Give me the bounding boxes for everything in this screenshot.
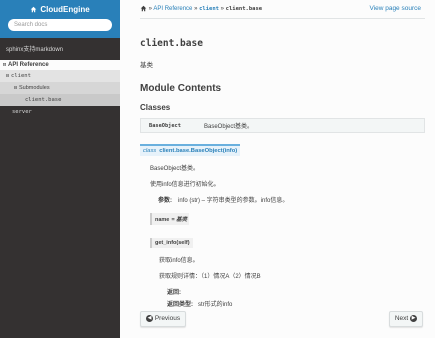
classes-table-row: BaseObject BaseObject基类。: [140, 118, 425, 133]
footer-nav: ◀ Previous Next ▶: [140, 311, 423, 327]
arrow-left-icon: ◀: [146, 314, 153, 322]
class-signature-text: client.base.BaseObject(info): [159, 148, 238, 154]
home-icon: [31, 6, 37, 13]
sidebar-item-submodules[interactable]: ⊟ Submodules: [0, 82, 120, 94]
method-description: 获取info信息。: [159, 258, 199, 264]
breadcrumb-separator: »: [220, 6, 224, 12]
method-detail: 获取规则详情：（1）情况A（2）情况B: [159, 274, 261, 280]
collapse-toggle-icon[interactable]: ⊟: [6, 73, 9, 79]
next-button[interactable]: Next ▶: [388, 311, 423, 327]
sidebar-item-sphinx-markdown[interactable]: sphinx支持markdown: [0, 45, 120, 56]
breadcrumb: » API Reference » client » client.base V…: [140, 0, 425, 19]
sidebar: CloudEngine Search docs sphinx支持markdown…: [0, 0, 120, 338]
breadcrumb-client[interactable]: client: [199, 6, 219, 12]
init-description: 使用info信息进行初始化。: [150, 182, 220, 188]
view-page-source-link[interactable]: View page source: [369, 0, 421, 18]
sidebar-item-server[interactable]: server: [0, 106, 120, 118]
arrow-right-icon: ▶: [410, 314, 417, 322]
brand-link[interactable]: CloudEngine: [30, 5, 90, 14]
breadcrumb-separator: »: [194, 6, 198, 12]
return-type-row: 返回类型: str形式的info: [167, 302, 233, 308]
module-description: 基类: [140, 62, 153, 69]
params-row: 参数: info (str) – 字符串类型的参数。info信息。: [158, 195, 425, 204]
class-body: BaseObject基类。 使用info信息进行初始化。 参数: info (st…: [150, 163, 425, 248]
home-icon[interactable]: [140, 5, 147, 12]
method-signature: get_info(self): [150, 238, 193, 248]
class-keyword: class: [143, 148, 157, 154]
class-summary: BaseObject基类。: [204, 124, 254, 130]
attribute-value: = 基类: [171, 217, 188, 223]
class-description: BaseObject基类。: [150, 166, 200, 172]
previous-button[interactable]: ◀ Previous: [140, 311, 187, 327]
collapse-toggle-icon[interactable]: ⊟: [14, 85, 17, 91]
method-returns: 返回: 返回类型: str形式的info: [167, 287, 425, 308]
page-title: client.base: [140, 38, 203, 49]
params-text: info (str) – 字符串类型的参数。info信息。: [178, 198, 289, 204]
returns-row: 返回:: [167, 290, 181, 296]
method-body: 获取info信息。 获取规则详情：（1）情况A（2）情况B: [159, 255, 425, 280]
search-input[interactable]: Search docs: [8, 19, 112, 31]
sidebar-item-client[interactable]: ⊟ client: [0, 70, 120, 82]
class-link-baseobject[interactable]: BaseObject: [141, 123, 204, 129]
class-signature: class client.base.BaseObject(info): [140, 144, 241, 156]
main-content: » API Reference » client » client.base V…: [140, 0, 425, 308]
collapse-toggle-icon[interactable]: ⊟: [3, 62, 6, 68]
attribute-name: name: [155, 217, 170, 223]
params-label: 参数:: [158, 198, 172, 204]
sidebar-header: CloudEngine Search docs: [0, 0, 120, 38]
sidebar-item-client-base[interactable]: client.base: [0, 94, 120, 106]
classes-heading: Classes: [140, 103, 171, 112]
attribute-signature: name = 基类: [150, 213, 190, 225]
sidebar-item-api-reference[interactable]: ⊟ API Reference: [0, 60, 120, 70]
breadcrumb-current: client.base: [225, 6, 263, 12]
return-type-value: str形式的info: [198, 302, 233, 308]
module-contents-heading: Module Contents: [140, 83, 222, 94]
brand-name: CloudEngine: [40, 5, 90, 14]
breadcrumb-separator: »: [148, 6, 153, 12]
breadcrumb-api-reference[interactable]: API Reference: [153, 6, 192, 12]
